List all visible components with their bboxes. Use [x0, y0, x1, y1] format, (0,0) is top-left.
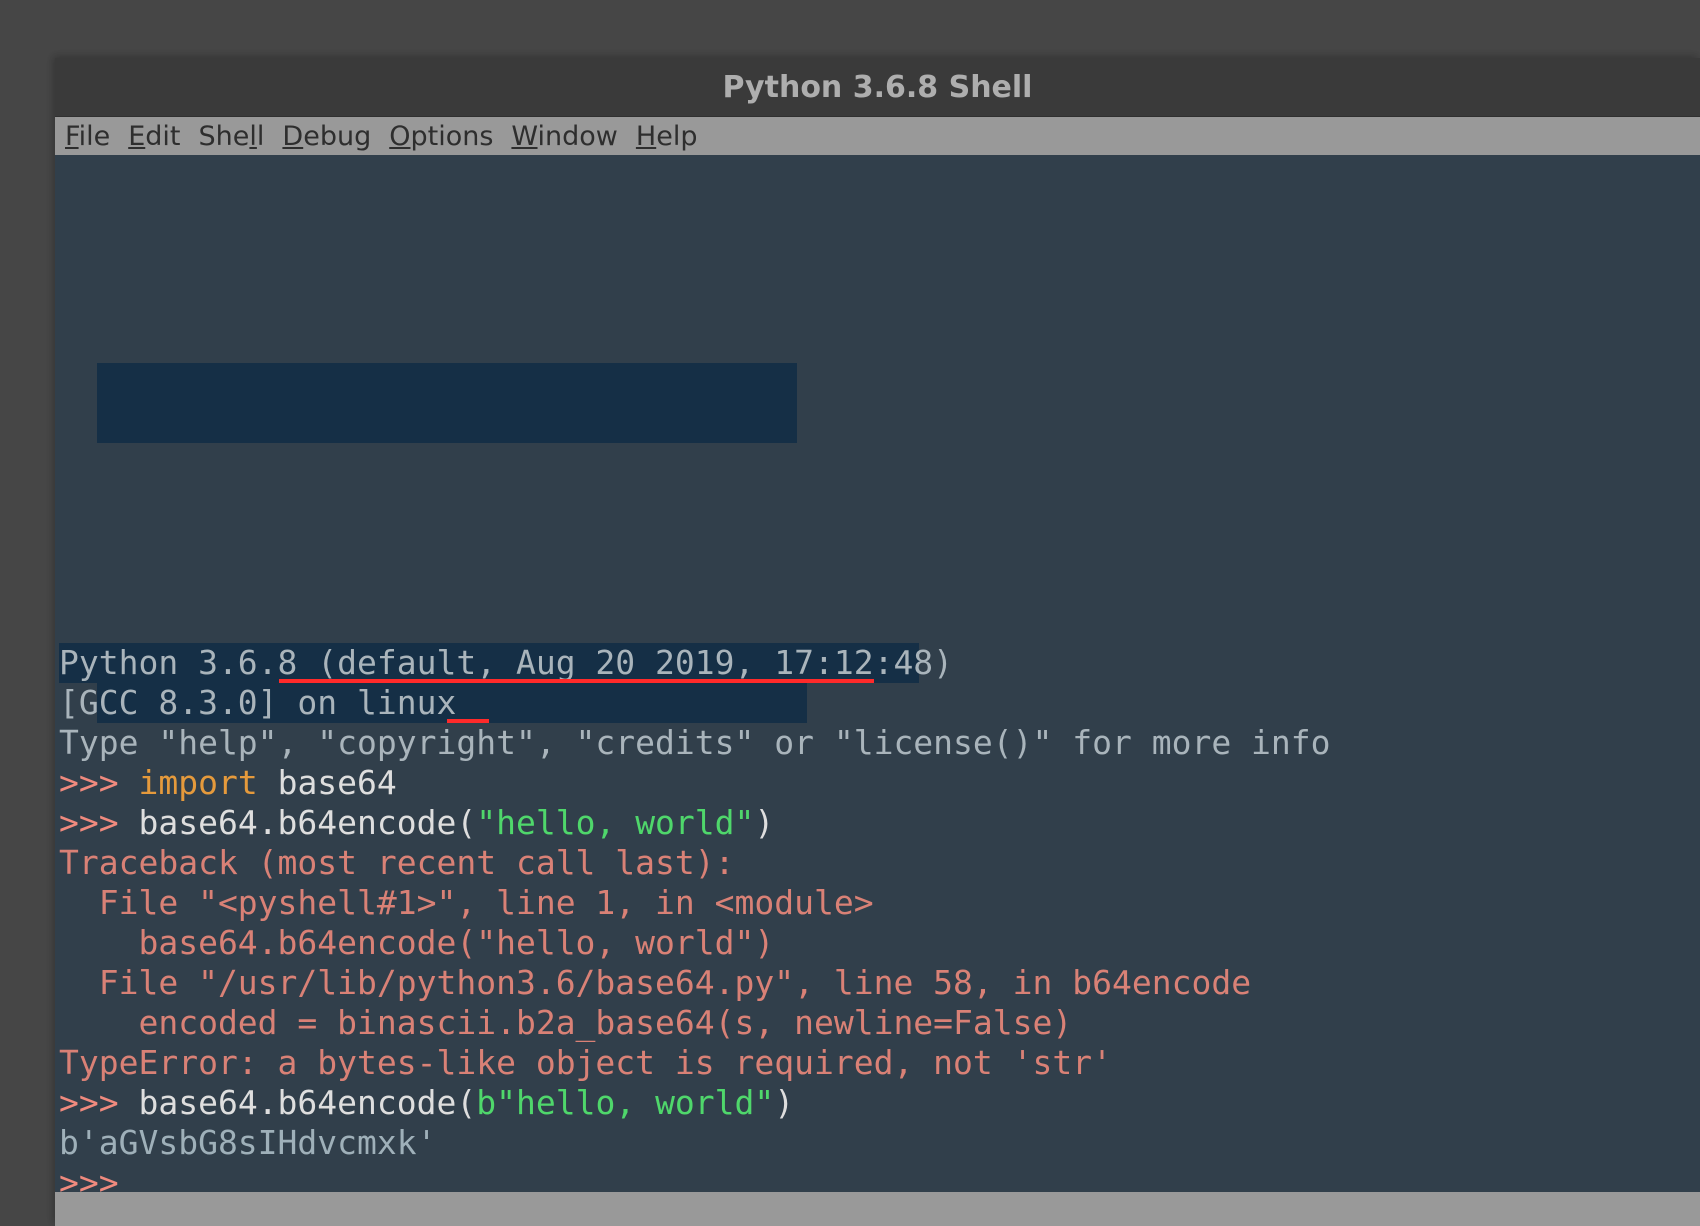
- traceback-line: File "/usr/lib/python3.6/base64.py", lin…: [59, 963, 1251, 1002]
- menu-help[interactable]: Help: [636, 121, 698, 152]
- menu-edit[interactable]: Edit: [128, 121, 180, 152]
- menu-options[interactable]: Options: [389, 121, 493, 152]
- shell-text: Python 3.6.8 (default, Aug 20 2019, 17:1…: [59, 643, 1696, 1192]
- idle-window: Python 3.6.8 Shell File Edit Shell Debug…: [55, 58, 1700, 1226]
- traceback-line: File "<pyshell#1>", line 1, in <module>: [59, 883, 874, 922]
- traceback-line: base64.b64encode("hello, world"): [59, 923, 774, 962]
- menu-file[interactable]: File: [65, 121, 110, 152]
- banner-line-2: [GCC 8.3.0] on linux: [59, 683, 456, 722]
- prompt: >>>: [59, 803, 138, 842]
- cmd2-pre: base64.b64encode(: [138, 803, 476, 842]
- menu-bar: File Edit Shell Debug Options Window Hel…: [55, 117, 1700, 155]
- banner-line-3: Type "help", "copyright", "credits" or "…: [59, 723, 1331, 762]
- menu-debug[interactable]: Debug: [282, 121, 371, 152]
- keyword-import: import: [138, 763, 257, 802]
- prompt: >>>: [59, 763, 138, 802]
- traceback-header: Traceback (most recent call last):: [59, 843, 735, 882]
- window-titlebar[interactable]: Python 3.6.8 Shell: [55, 58, 1700, 117]
- output-line: b'aGVsbG8sIHdvcmxk': [59, 1123, 437, 1162]
- menu-shell[interactable]: Shell: [199, 121, 265, 152]
- cmd3-bytes-prefix: b: [476, 1083, 496, 1122]
- cmd3-string: "hello, world": [496, 1083, 774, 1122]
- cmd3-post: ): [774, 1083, 794, 1122]
- prompt: >>>: [59, 1083, 138, 1122]
- prompt-empty: >>>: [59, 1163, 138, 1192]
- traceback-line: encoded = binascii.b2a_base64(s, newline…: [59, 1003, 1072, 1042]
- shell-text-area[interactable]: Python 3.6.8 (default, Aug 20 2019, 17:1…: [55, 155, 1700, 1192]
- menu-window[interactable]: Window: [511, 121, 617, 152]
- status-bar: [55, 1192, 1700, 1226]
- banner-line-1: Python 3.6.8 (default, Aug 20 2019, 17:1…: [59, 643, 973, 682]
- cmd1-rest: base64: [258, 763, 397, 802]
- cmd2-post: ): [754, 803, 774, 842]
- window-title: Python 3.6.8 Shell: [723, 70, 1033, 105]
- cmd2-string: "hello, world": [476, 803, 754, 842]
- cmd3-pre: base64.b64encode(: [138, 1083, 476, 1122]
- traceback-error: TypeError: a bytes-like object is requir…: [59, 1043, 1112, 1082]
